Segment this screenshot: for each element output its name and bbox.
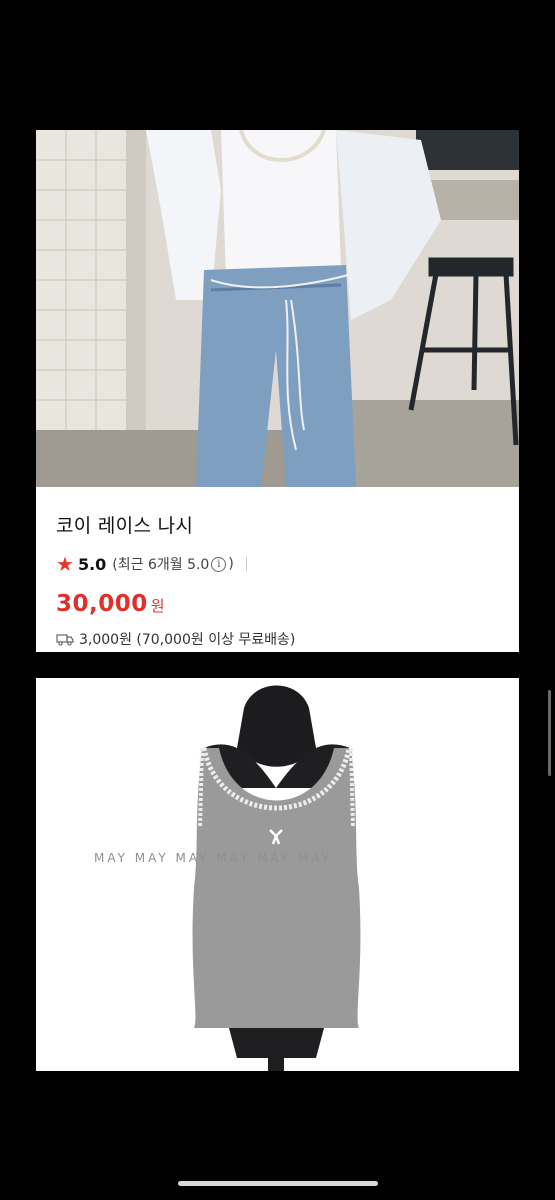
rating-row: ★ 5.0 (최근 6개월 5.0 i ) xyxy=(56,553,247,575)
info-icon[interactable]: i xyxy=(211,556,227,572)
truck-icon xyxy=(56,633,74,646)
home-indicator[interactable] xyxy=(178,1181,378,1186)
recent-rating-close: ) xyxy=(228,556,234,572)
shipping-text: 3,000원 (70,000원 이상 무료배송) xyxy=(79,632,296,648)
product-title[interactable]: 코이 레이스 나시 xyxy=(56,511,193,538)
product-info: 코이 레이스 나시 ★ 5.0 (최근 6개월 5.0 i ) 30,000 원 xyxy=(36,487,519,652)
price-unit: 원 xyxy=(150,597,165,615)
shipping-row: 3,000원 (70,000원 이상 무료배송) xyxy=(56,629,295,649)
star-icon: ★ xyxy=(56,552,74,576)
product-card[interactable]: 코이 레이스 나시 ★ 5.0 (최근 6개월 5.0 i ) 30,000 원 xyxy=(36,130,519,652)
product-detail-card[interactable]: MAY MAY MAY MAY MAY MAY xyxy=(36,678,519,1071)
product-main-image[interactable] xyxy=(36,130,519,487)
recent-rating-text: (최근 6개월 5.0 xyxy=(112,557,210,573)
price-row: 30,000 원 xyxy=(56,591,165,617)
watermark-text: MAY MAY MAY MAY MAY MAY xyxy=(94,851,332,865)
divider xyxy=(245,557,247,571)
product-second-image[interactable]: MAY MAY MAY MAY MAY MAY xyxy=(54,678,499,1071)
screen: 코이 레이스 나시 ★ 5.0 (최근 6개월 5.0 i ) 30,000 원 xyxy=(0,0,555,1200)
scrollbar[interactable] xyxy=(548,690,551,776)
price-value: 30,000 xyxy=(56,591,148,617)
rating-value: 5.0 xyxy=(77,554,107,574)
